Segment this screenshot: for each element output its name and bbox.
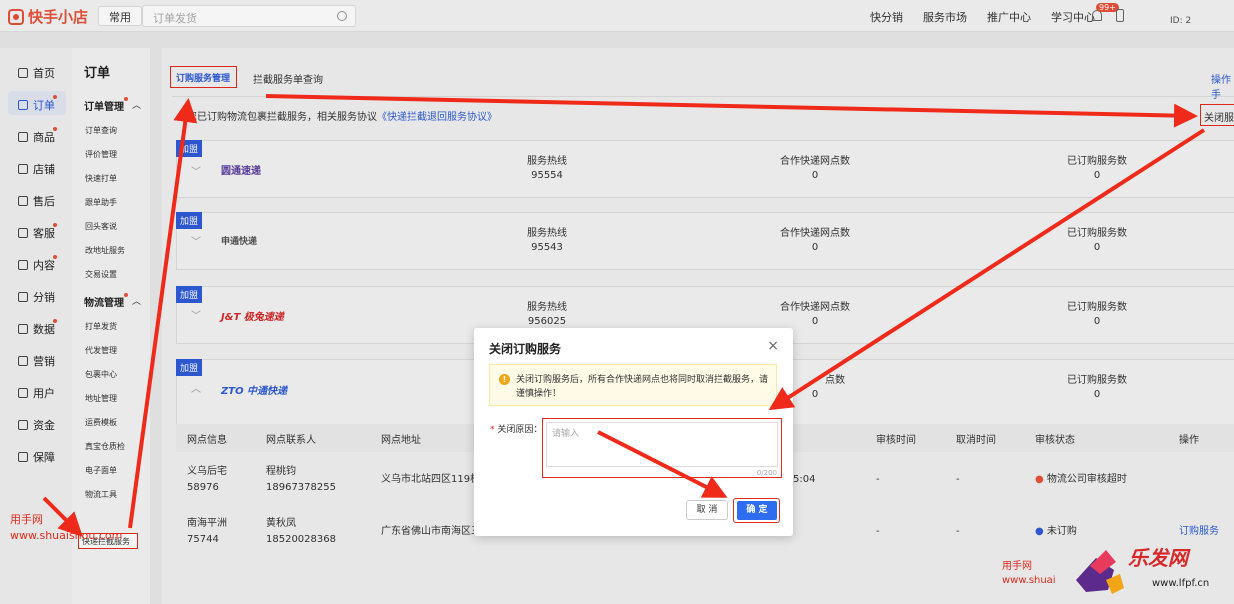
- arrow-to-confirm: [597, 430, 728, 498]
- watermark-right: 用手网 www.shuai: [1002, 561, 1056, 586]
- lefa-brand: 乐发网: [1128, 546, 1188, 570]
- arrow-to-tab: [128, 98, 198, 529]
- watermark-left: 用手网 www.shuaishou.com: [10, 513, 123, 542]
- lefa-url: www.lfpf.cn: [1152, 578, 1210, 589]
- lefa-logo: 乐发网 www.lfpf.cn: [1070, 540, 1230, 596]
- annotation-arrows: [42, 94, 1206, 537]
- arrow-to-close-service: [265, 94, 1198, 128]
- arrow-to-reason: [768, 128, 1206, 411]
